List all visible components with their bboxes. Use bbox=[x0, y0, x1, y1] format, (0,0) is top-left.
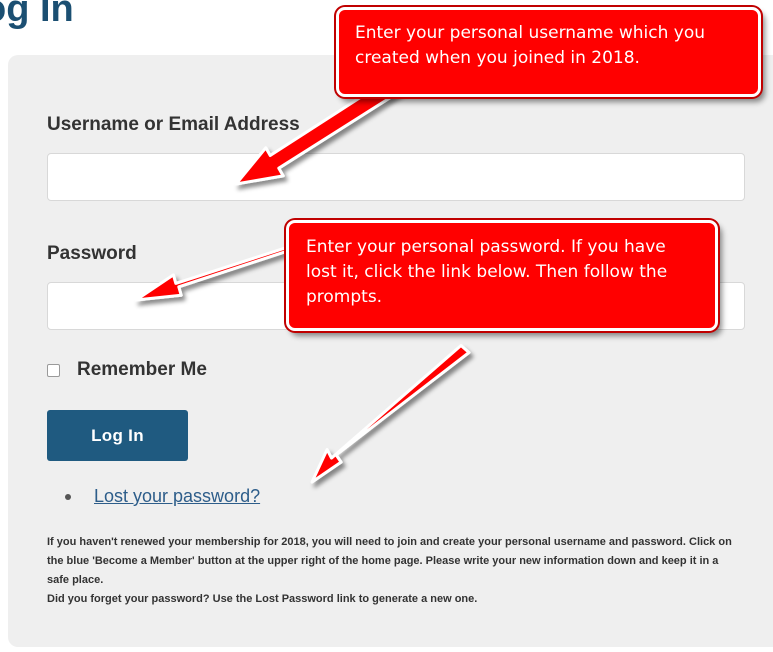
password-label: Password bbox=[47, 243, 137, 264]
username-label: Username or Email Address bbox=[47, 114, 300, 135]
remember-me-checkbox[interactable] bbox=[47, 363, 60, 377]
page-title: og In bbox=[0, 0, 74, 30]
username-input[interactable] bbox=[47, 153, 745, 201]
list-bullet bbox=[65, 494, 71, 500]
lost-password-link[interactable]: Lost your password? bbox=[94, 486, 260, 507]
membership-info: If you haven't renewed your membership f… bbox=[47, 533, 737, 609]
username-callout: Enter your personal username which you c… bbox=[336, 7, 761, 97]
lost-password-info-text: Did you forget your password? Use the Lo… bbox=[47, 593, 478, 605]
login-button[interactable]: Log In bbox=[47, 410, 188, 461]
password-callout: Enter your personal password. If you hav… bbox=[286, 220, 718, 331]
membership-info-text: If you haven't renewed your membership f… bbox=[47, 536, 732, 586]
remember-me-label[interactable]: Remember Me bbox=[77, 359, 207, 381]
remember-me-row: Remember Me bbox=[47, 357, 207, 383]
